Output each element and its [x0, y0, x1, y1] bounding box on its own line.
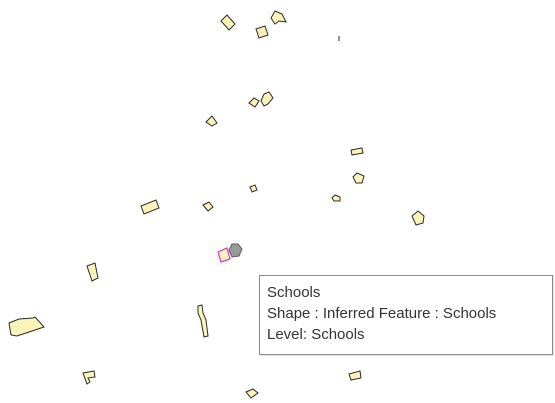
school-footprint[interactable]	[331, 194, 341, 202]
school-footprint[interactable]	[205, 115, 218, 127]
school-footprint[interactable]	[86, 262, 99, 282]
school-footprint[interactable]	[411, 210, 425, 226]
school-footprint[interactable]	[140, 199, 160, 215]
selected-school-footprint[interactable]	[217, 247, 231, 263]
school-footprint[interactable]	[202, 201, 214, 212]
tooltip-shape-line: Shape : Inferred Feature : Schools	[267, 305, 497, 322]
school-footprint[interactable]	[249, 184, 258, 193]
map-view[interactable]: Schools Shape : Inferred Feature : Schoo…	[0, 0, 555, 403]
cursor-marker-icon	[228, 243, 243, 258]
school-footprint[interactable]	[245, 388, 259, 399]
school-footprint[interactable]	[352, 172, 365, 184]
school-footprint[interactable]	[220, 14, 236, 31]
tooltip-title: Schools	[267, 284, 321, 301]
tooltip-level-line: Level: Schools	[267, 326, 365, 343]
feature-tooltip: Schools Shape : Inferred Feature : Schoo…	[259, 275, 553, 355]
school-footprint[interactable]	[197, 304, 209, 338]
school-footprint[interactable]	[348, 370, 362, 381]
school-footprint[interactable]	[260, 91, 274, 107]
school-footprint[interactable]	[255, 25, 269, 39]
school-footprint[interactable]	[8, 316, 45, 337]
school-footprint[interactable]	[350, 147, 364, 156]
school-footprint[interactable]	[248, 97, 260, 108]
school-footprint[interactable]	[82, 370, 96, 385]
school-footprint[interactable]	[270, 10, 287, 25]
